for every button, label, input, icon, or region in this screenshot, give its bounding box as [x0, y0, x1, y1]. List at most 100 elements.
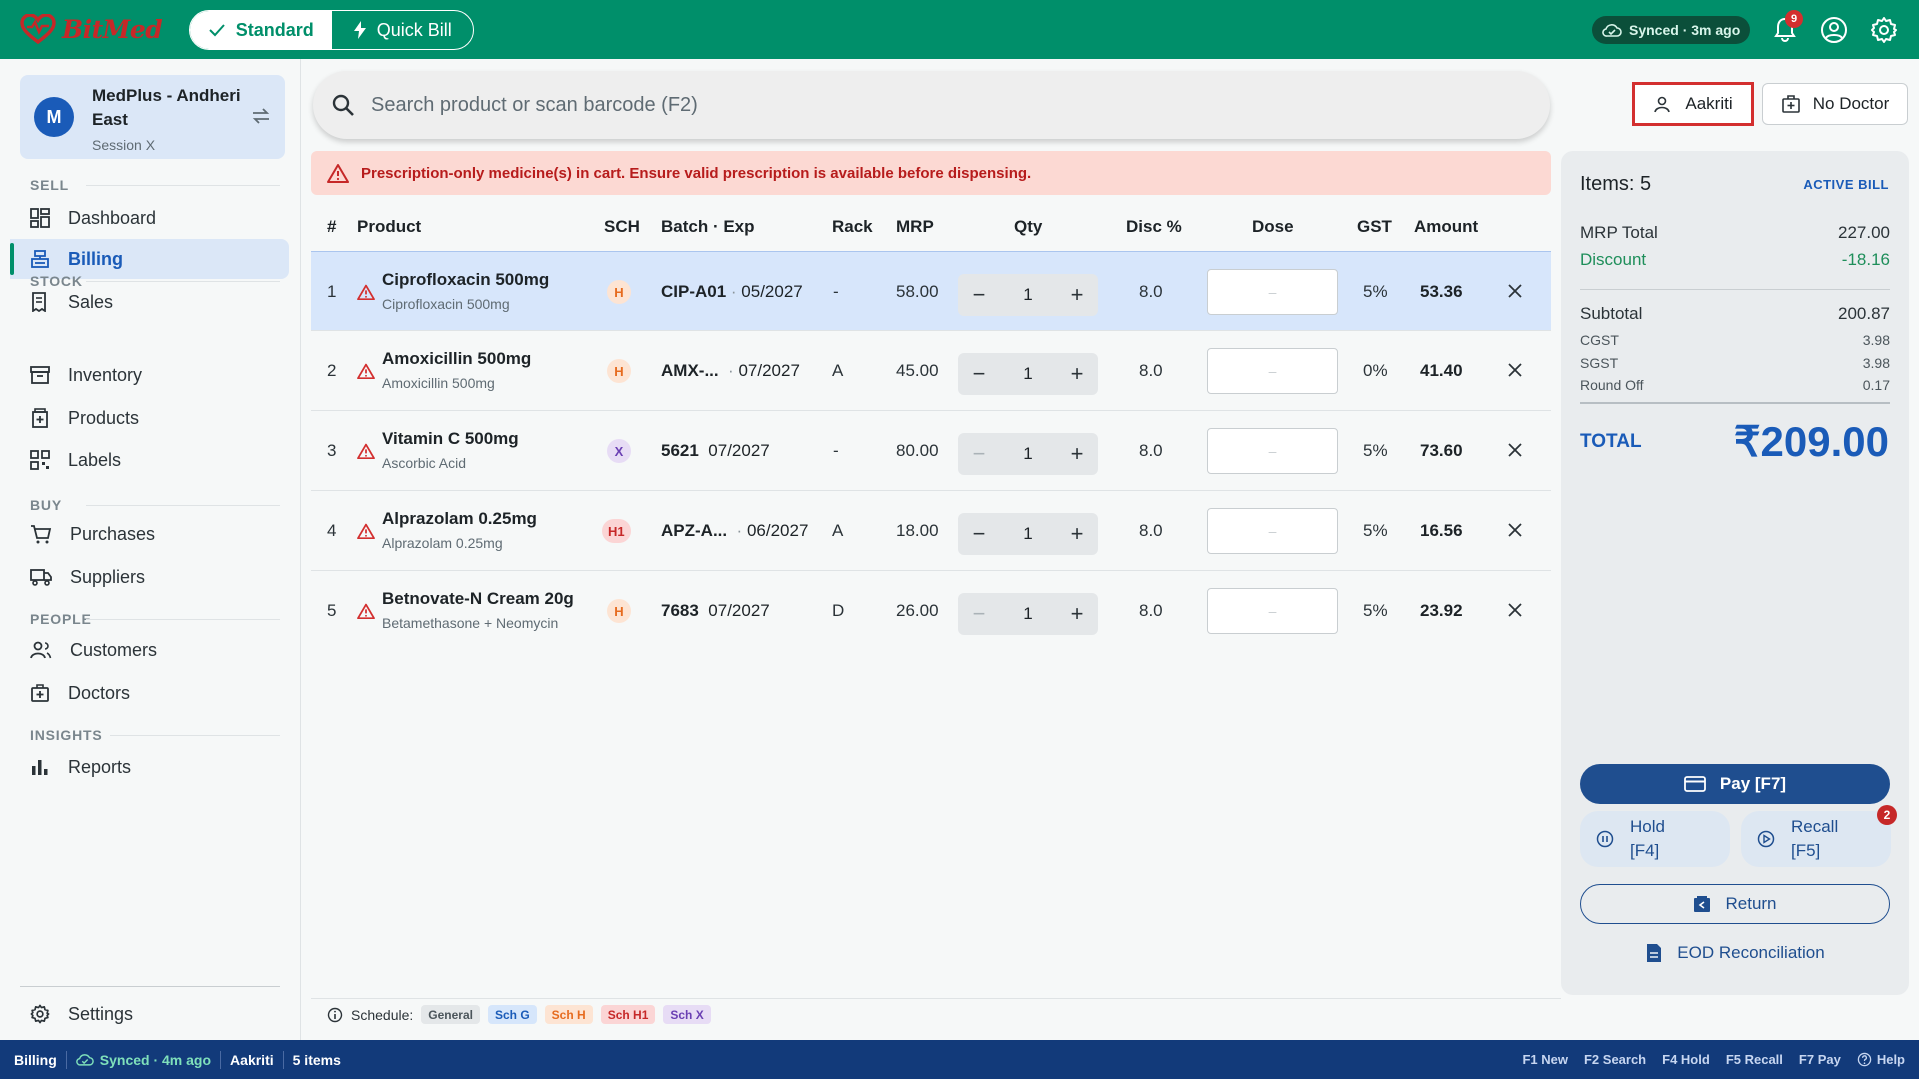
standard-mode-label: Standard [235, 19, 314, 40]
schedule-legend: Schedule: General Sch G Sch H Sch H1 Sch… [311, 998, 1561, 1030]
quantity-stepper: − 1 + [958, 353, 1098, 395]
sidebar-item-inventory[interactable]: Inventory [10, 355, 289, 395]
divider [86, 619, 280, 620]
col-num: # [327, 217, 337, 236]
cash-register-icon [31, 250, 49, 268]
dose-input[interactable]: – [1207, 428, 1338, 474]
increase-qty-button[interactable]: + [1066, 441, 1088, 467]
hold-button[interactable]: Hold [F4] [1580, 811, 1730, 867]
info-icon [327, 1007, 343, 1022]
rack: A [832, 521, 844, 540]
product-search [313, 71, 1550, 139]
remove-item-icon[interactable] [1505, 440, 1525, 460]
gst-rate: 5% [1363, 601, 1388, 620]
medical-bag-icon [1781, 95, 1800, 113]
table-row[interactable]: 2 Amoxicillin 500mg Amoxicillin 500mg H … [311, 331, 1551, 411]
increase-qty-button[interactable]: + [1066, 601, 1088, 627]
recall-button[interactable]: Recall [F5] 2 [1741, 805, 1897, 867]
shortcut-recall[interactable]: F5 Recall [1726, 1052, 1783, 1067]
decrease-qty-button[interactable]: − [968, 601, 990, 627]
brand-logo[interactable]: BitMed [20, 14, 163, 44]
shortcut-pay[interactable]: F7 Pay [1799, 1052, 1841, 1067]
increase-qty-button[interactable]: + [1066, 282, 1088, 308]
row-num: 2 [327, 361, 337, 380]
status-sync: Synced · 4m ago [67, 1050, 220, 1070]
gst-rate: 5% [1363, 521, 1388, 540]
shortcut-search[interactable]: F2 Search [1584, 1052, 1646, 1067]
quantity-value: 1 [1023, 524, 1033, 543]
help-button[interactable]: Help [1857, 1052, 1905, 1067]
legend-chip-sch-h: Sch H [544, 1005, 593, 1024]
account-button[interactable] [1818, 14, 1850, 46]
remove-item-icon[interactable] [1505, 281, 1525, 301]
sidebar-item-products[interactable]: Products [10, 398, 289, 438]
round-off-value: 0.17 [1862, 377, 1890, 393]
table-row[interactable]: 4 Alprazolam 0.25mg Alprazolam 0.25mg H1… [311, 491, 1551, 571]
decrease-qty-button[interactable]: − [968, 282, 990, 308]
sidebar-item-labels[interactable]: Labels [10, 440, 289, 480]
dose-input[interactable]: – [1207, 588, 1338, 634]
sidebar-item-reports[interactable]: Reports [10, 747, 289, 787]
sync-status-chip[interactable]: Synced · 3m ago [1592, 16, 1751, 44]
product-name: Amoxicillin 500mg [382, 349, 532, 368]
pay-button[interactable]: Pay [F7] [1580, 764, 1890, 804]
col-amount: Amount [1414, 217, 1479, 236]
quantity-value: 1 [1023, 604, 1033, 623]
shortcut-new[interactable]: F1 New [1522, 1052, 1568, 1067]
settings-button[interactable] [1868, 14, 1900, 46]
dose-input[interactable]: – [1207, 269, 1338, 315]
decrease-qty-button[interactable]: − [968, 361, 990, 387]
gst-rate: 5% [1363, 282, 1388, 301]
product-generic: Amoxicillin 500mg [382, 375, 495, 391]
status-sync-text: Synced · 4m ago [99, 1051, 212, 1068]
divider [1580, 402, 1890, 404]
standard-mode-button[interactable]: Standard [190, 11, 332, 49]
schedule-badge: H [607, 280, 631, 304]
help-circle-icon [1857, 1052, 1872, 1067]
search-input[interactable] [371, 93, 1471, 117]
mrp-total-label: MRP Total [1580, 223, 1658, 242]
swap-icon[interactable] [251, 107, 271, 125]
lightning-icon [353, 21, 366, 39]
bill-status-badge: ACTIVE BILL [1803, 177, 1889, 192]
patient-selector-button[interactable]: Aakriti [1632, 82, 1754, 126]
sidebar-item-customers[interactable]: Customers [10, 630, 289, 670]
decrease-qty-button[interactable]: − [968, 441, 990, 467]
sidebar-item-purchases[interactable]: Purchases [10, 514, 289, 554]
sidebar-item-doctors[interactable]: Doctors [10, 673, 289, 713]
notifications-button[interactable]: 9 [1769, 10, 1803, 46]
qr-code-icon [30, 450, 50, 470]
sidebar-item-dashboard[interactable]: Dashboard [10, 198, 289, 238]
remove-item-icon[interactable] [1505, 520, 1525, 540]
quick-bill-mode-button[interactable]: Quick Bill [332, 11, 474, 49]
store-switcher[interactable]: M MedPlus - Andheri East Session X [20, 75, 285, 159]
gst-rate: 0% [1363, 361, 1388, 380]
gear-icon [30, 1004, 50, 1024]
decrease-qty-button[interactable]: − [968, 521, 990, 547]
eod-reconciliation-button[interactable]: EOD Reconciliation [1580, 933, 1890, 973]
sidebar: M MedPlus - Andheri East Session X SELL … [0, 59, 301, 1040]
dose-input[interactable]: – [1207, 508, 1338, 554]
status-bar: Billing Synced · 4m ago Aakriti 5 items … [0, 1040, 1919, 1079]
remove-item-icon[interactable] [1505, 600, 1525, 620]
shortcut-hold[interactable]: F4 Hold [1662, 1052, 1710, 1067]
increase-qty-button[interactable]: + [1066, 521, 1088, 547]
medicine-box-icon [32, 408, 48, 428]
round-off-label: Round Off [1580, 377, 1644, 393]
batch-exp: 7683 07/2027 [661, 571, 770, 651]
table-row[interactable]: 3 Vitamin C 500mg Ascorbic Acid X 5621 0… [311, 411, 1551, 491]
divider [1580, 289, 1890, 290]
dose-input[interactable]: – [1207, 348, 1338, 394]
sidebar-item-settings[interactable]: Settings [10, 994, 289, 1034]
table-row[interactable]: 5 Betnovate-N Cream 20g Betamethasone + … [311, 571, 1551, 651]
sidebar-item-suppliers[interactable]: Suppliers [10, 557, 289, 597]
user-circle-icon [1821, 17, 1847, 43]
round-off-row: Round Off 0.17 [1580, 377, 1890, 393]
return-button[interactable]: Return [1580, 884, 1890, 924]
remove-item-icon[interactable] [1505, 360, 1525, 380]
increase-qty-button[interactable]: + [1066, 361, 1088, 387]
doctor-selector-button[interactable]: No Doctor [1762, 83, 1908, 125]
sidebar-item-label: Customers [70, 639, 158, 660]
mrp: 18.00 [896, 521, 939, 540]
table-row[interactable]: 1 Ciprofloxacin 500mg Ciprofloxacin 500m… [311, 251, 1551, 331]
